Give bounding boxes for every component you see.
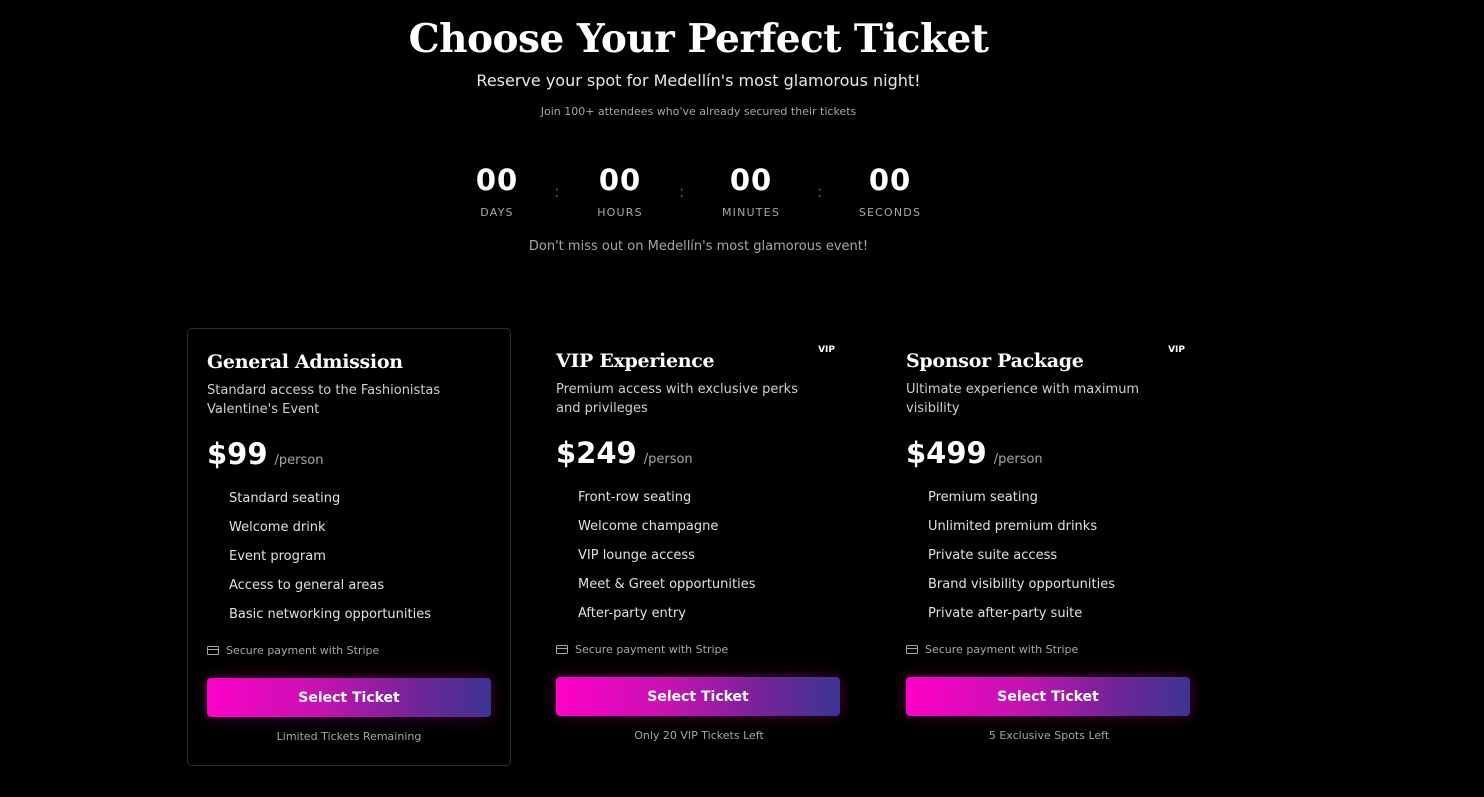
countdown-hours-value: 00 xyxy=(598,163,642,197)
ticket-price-row: $99 /person xyxy=(207,437,324,471)
countdown-days-value: 00 xyxy=(475,163,519,197)
ticket-price: $249 xyxy=(556,436,637,470)
countdown-minutes-label: MINUTES xyxy=(721,206,781,219)
ticket-description: Standard access to the Fashionistas Vale… xyxy=(207,383,441,417)
countdown-seconds: 00 SECONDS xyxy=(830,160,950,219)
ticket-price-row: $249 /person xyxy=(556,436,693,470)
secure-payment-text: Secure payment with Stripe xyxy=(575,643,729,656)
credit-card-icon xyxy=(556,645,568,654)
select-ticket-button[interactable]: Select Ticket xyxy=(207,678,491,717)
countdown-notice: Don't miss out on Medellín's most glamor… xyxy=(528,239,869,254)
ticket-price: $99 xyxy=(207,437,268,471)
credit-card-icon xyxy=(207,646,219,655)
feature-item: Front-row seating xyxy=(578,490,692,505)
availability-text: Limited Tickets Remaining xyxy=(276,730,422,743)
availability-text: Only 20 VIP Tickets Left xyxy=(634,729,764,742)
countdown-seconds-value: 00 xyxy=(868,163,912,197)
ticket-price-row: $499 /person xyxy=(906,436,1043,470)
vip-badge: VIP xyxy=(818,345,835,355)
countdown-days: 00 DAYS xyxy=(437,160,557,219)
feature-item: Brand visibility opportunities xyxy=(928,577,1115,592)
countdown-separator: : xyxy=(679,182,685,201)
feature-item: Basic networking opportunities xyxy=(229,607,432,622)
feature-item: Unlimited premium drinks xyxy=(928,519,1098,534)
countdown-separator: : xyxy=(554,182,560,201)
countdown-separator: : xyxy=(817,182,823,201)
social-proof-text: Join 100+ attendees who've already secur… xyxy=(540,105,857,118)
countdown-timer: 00 DAYS : 00 HOURS : 00 MINUTES : 00 SEC… xyxy=(0,160,1397,230)
countdown-hours-label: HOURS xyxy=(597,206,643,219)
feature-item: Private after-party suite xyxy=(928,606,1083,621)
ticket-title: Sponsor Package xyxy=(906,350,1084,372)
page-subtitle: Reserve your spot for Medellín's most gl… xyxy=(476,71,921,90)
ticket-price-unit: /person xyxy=(274,453,324,468)
feature-item: Standard seating xyxy=(229,491,341,506)
ticket-title: VIP Experience xyxy=(556,350,715,372)
ticket-description: Premium access with exclusive perks and … xyxy=(556,382,798,416)
ticket-features: Front-row seating Welcome champagne VIP … xyxy=(578,489,756,634)
feature-item: Access to general areas xyxy=(229,578,385,593)
feature-item: Welcome champagne xyxy=(578,519,719,534)
secure-payment-note: Secure payment with Stripe xyxy=(556,643,728,656)
countdown-seconds-label: SECONDS xyxy=(858,206,922,219)
feature-item: Event program xyxy=(229,549,326,564)
credit-card-icon xyxy=(906,645,918,654)
feature-item: VIP lounge access xyxy=(578,548,695,563)
ticket-price: $499 xyxy=(906,436,987,470)
vip-badge: VIP xyxy=(1168,345,1185,355)
ticket-description: Ultimate experience with maximum visibil… xyxy=(906,382,1140,416)
select-ticket-button[interactable]: Select Ticket xyxy=(906,677,1190,716)
feature-item: Welcome drink xyxy=(229,520,326,535)
ticket-title: General Admission xyxy=(207,351,403,373)
countdown-days-label: DAYS xyxy=(480,206,514,219)
ticket-features: Premium seating Unlimited premium drinks… xyxy=(928,489,1115,634)
countdown-hours: 00 HOURS xyxy=(560,160,680,219)
secure-payment-text: Secure payment with Stripe xyxy=(226,644,380,657)
ticket-card-sponsor: VIP Sponsor Package Ultimate experience … xyxy=(887,328,1211,766)
select-ticket-button[interactable]: Select Ticket xyxy=(556,677,840,716)
secure-payment-note: Secure payment with Stripe xyxy=(207,644,379,657)
ticket-card-vip: VIP VIP Experience Premium access with e… xyxy=(537,328,861,766)
countdown-minutes-value: 00 xyxy=(729,163,773,197)
secure-payment-text: Secure payment with Stripe xyxy=(925,643,1079,656)
availability-text: 5 Exclusive Spots Left xyxy=(988,729,1110,742)
countdown-minutes: 00 MINUTES xyxy=(691,160,811,219)
page-title: Choose Your Perfect Ticket xyxy=(408,16,989,62)
ticket-card-general: General Admission Standard access to the… xyxy=(187,328,511,766)
feature-item: Meet & Greet opportunities xyxy=(578,577,756,592)
ticket-features: Standard seating Welcome drink Event pro… xyxy=(229,490,431,635)
secure-payment-note: Secure payment with Stripe xyxy=(906,643,1078,656)
feature-item: After-party entry xyxy=(578,606,686,621)
feature-item: Premium seating xyxy=(928,490,1038,505)
ticket-price-unit: /person xyxy=(993,452,1043,467)
feature-item: Private suite access xyxy=(928,548,1058,563)
ticket-price-unit: /person xyxy=(643,452,693,467)
